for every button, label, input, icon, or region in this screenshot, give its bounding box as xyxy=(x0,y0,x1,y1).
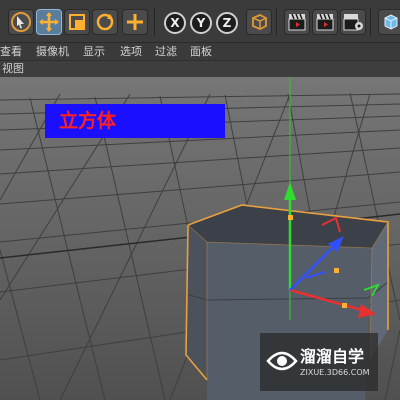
create-object-button[interactable] xyxy=(122,9,148,35)
watermark-url: ZIXUE.3D66.COM xyxy=(300,368,370,377)
menu-panel[interactable]: 面板 xyxy=(190,45,212,58)
menu-filter[interactable]: 过滤 xyxy=(155,45,177,58)
x-axis-lock-button[interactable]: X xyxy=(164,12,186,34)
scale-tool-button[interactable] xyxy=(64,9,90,35)
render-settings-icon xyxy=(343,14,363,31)
viewport-label: 视图 xyxy=(2,62,24,75)
watermark-logo-icon xyxy=(266,351,298,371)
watermark-brand: 溜溜自学 xyxy=(300,347,365,366)
gizmo-handle[interactable] xyxy=(342,303,347,308)
gizmo-handle[interactable] xyxy=(288,215,293,220)
render-settings-button[interactable] xyxy=(340,9,366,35)
move-icon xyxy=(39,12,59,32)
viewport-menu-bar: 查看 摄像机 显示 选项 过滤 面板 xyxy=(0,42,400,61)
render-view-button[interactable] xyxy=(284,9,310,35)
menu-options[interactable]: 选项 xyxy=(120,45,142,58)
add-cube-button[interactable] xyxy=(378,9,400,35)
cursor-icon xyxy=(11,12,31,32)
menu-view[interactable]: 查看 xyxy=(0,45,22,58)
main-toolbar: X Y Z xyxy=(0,0,400,42)
cube-icon xyxy=(384,14,398,30)
coordinate-system-button[interactable] xyxy=(246,9,272,35)
menu-display[interactable]: 显示 xyxy=(83,45,105,58)
move-tool-button[interactable] xyxy=(36,9,62,35)
scale-icon xyxy=(69,14,85,30)
toolbar-divider xyxy=(370,8,371,36)
y-axis-lock-button[interactable]: Y xyxy=(190,12,212,34)
menu-camera[interactable]: 摄像机 xyxy=(36,45,69,58)
render-to-picture-viewer-button[interactable] xyxy=(312,9,338,35)
toolbar-divider xyxy=(276,8,277,36)
viewport-header: 视图 xyxy=(0,60,400,78)
select-tool-button[interactable] xyxy=(8,9,34,35)
z-axis-lock-button[interactable]: Z xyxy=(216,12,238,34)
coordinate-system-icon xyxy=(252,14,267,30)
rotate-tool-button[interactable] xyxy=(92,9,118,35)
clapperboard-icon xyxy=(316,13,334,31)
clapperboard-icon xyxy=(288,13,306,31)
rotate-icon xyxy=(96,13,114,31)
plus-icon xyxy=(127,14,143,30)
toolbar-divider xyxy=(154,8,155,36)
object-name-banner: 立方体 xyxy=(45,104,225,138)
gizmo-handle[interactable] xyxy=(334,268,339,273)
